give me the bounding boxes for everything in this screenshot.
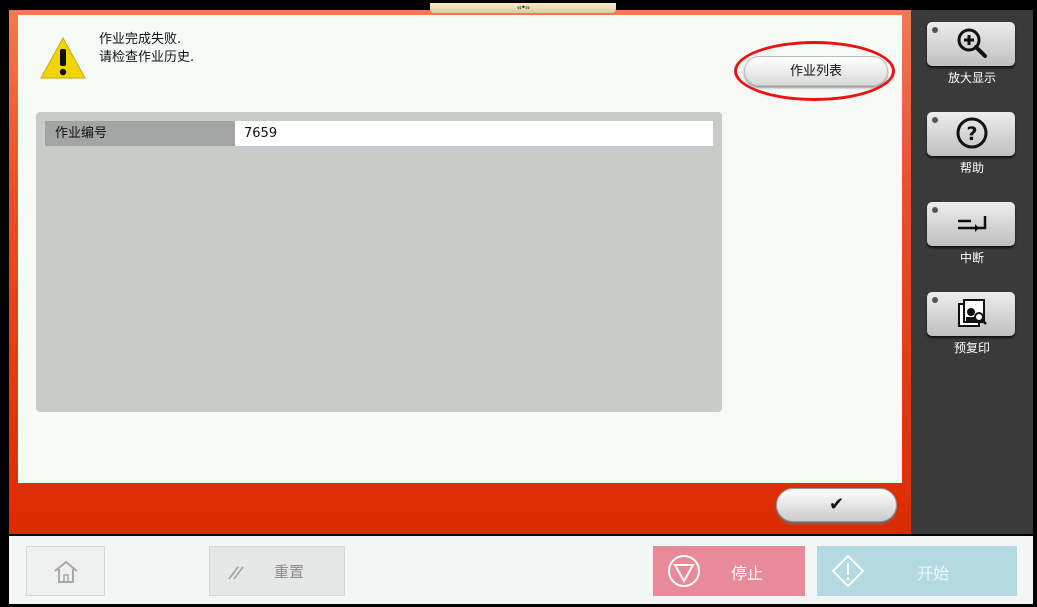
job-number-value: 7659 xyxy=(235,121,713,146)
help-led xyxy=(932,117,938,123)
preview-label: 预复印 xyxy=(953,341,990,355)
zoom-label: 放大显示 xyxy=(947,71,996,85)
job-list-button[interactable]: 作业列表 xyxy=(744,56,888,86)
bottom-bar: 重置 停止 开始 xyxy=(9,536,1033,604)
stop-icon xyxy=(668,555,700,587)
start-label: 开始 xyxy=(917,564,950,583)
reset-icon xyxy=(228,566,244,580)
home-button[interactable] xyxy=(26,546,105,596)
help-label: 帮助 xyxy=(959,161,984,175)
error-message: 作业完成失败. 请检查作业历史. xyxy=(99,31,194,67)
sidebar: 放大显示 ? 帮助 中断 预复印 xyxy=(911,10,1033,534)
svg-text:?: ? xyxy=(966,123,977,145)
ok-button[interactable]: ✔ xyxy=(776,488,897,522)
help-icon: ? xyxy=(956,117,988,149)
preview-button[interactable] xyxy=(927,292,1015,336)
zoom-led xyxy=(932,27,938,33)
message-line-2: 请检查作业历史. xyxy=(99,50,195,65)
job-number-label: 作业编号 xyxy=(45,121,235,146)
reset-button[interactable]: 重置 xyxy=(209,546,345,596)
zoom-button[interactable] xyxy=(927,22,1015,66)
screen-frame: ‹‹•›› 作业完成失败. 请检查作业历史. 作业列表 作业编号 7659 ✔ xyxy=(0,0,1037,607)
message-line-1: 作业完成失败. xyxy=(99,32,182,47)
home-icon xyxy=(54,560,78,583)
interrupt-label: 中断 xyxy=(959,251,984,265)
stop-button[interactable]: 停止 xyxy=(653,546,805,596)
job-info-panel: 作业编号 7659 xyxy=(36,112,722,412)
start-icon xyxy=(831,554,865,588)
reset-label: 重置 xyxy=(274,563,305,581)
preview-icon xyxy=(958,299,987,327)
interrupt-led xyxy=(932,207,938,213)
preview-led xyxy=(932,297,938,303)
top-handle[interactable]: ‹‹•›› xyxy=(430,3,616,13)
interrupt-button[interactable] xyxy=(927,202,1015,246)
stop-label: 停止 xyxy=(731,564,764,583)
interrupt-icon xyxy=(958,216,987,232)
help-button[interactable]: ? xyxy=(927,112,1015,156)
zoom-in-icon xyxy=(957,28,987,58)
warning-triangle-icon xyxy=(40,36,86,79)
error-dialog: 作业完成失败. 请检查作业历史. 作业列表 作业编号 7659 xyxy=(18,15,902,483)
start-button[interactable]: 开始 xyxy=(817,546,1017,596)
job-number-row: 作业编号 7659 xyxy=(45,121,713,146)
